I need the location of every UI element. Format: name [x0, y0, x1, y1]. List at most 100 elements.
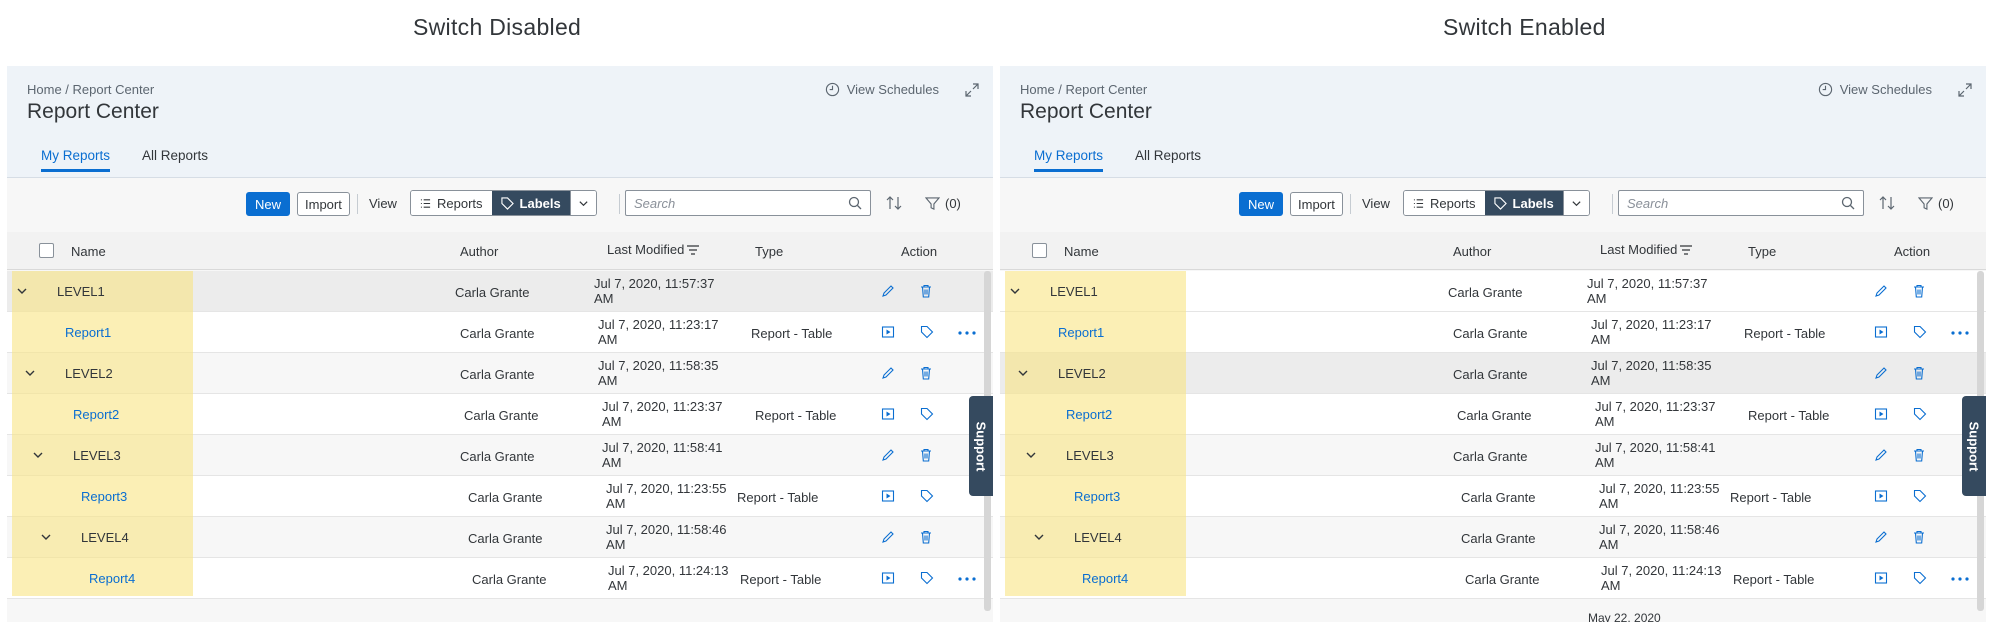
- tag-icon[interactable]: [919, 325, 934, 340]
- run-icon[interactable]: [1874, 325, 1888, 339]
- row-name-link[interactable]: Report2: [1066, 407, 1112, 422]
- view-dropdown-toggle[interactable]: [1562, 191, 1589, 215]
- row-name-link[interactable]: Report1: [65, 325, 111, 340]
- breadcrumb[interactable]: Home / Report Center: [27, 82, 154, 97]
- search-icon[interactable]: [1841, 196, 1855, 210]
- new-button[interactable]: New: [1239, 191, 1284, 217]
- reports-view-toggle[interactable]: Reports: [411, 191, 492, 215]
- tag-icon[interactable]: [1912, 571, 1927, 586]
- tag-icon[interactable]: [919, 407, 934, 422]
- row-name-link[interactable]: Report3: [1074, 489, 1120, 504]
- labels-view-toggle[interactable]: Labels: [1484, 191, 1563, 215]
- more-icon[interactable]: [958, 331, 976, 335]
- tab-all-reports[interactable]: All Reports: [1135, 148, 1201, 172]
- delete-icon[interactable]: [919, 366, 933, 380]
- chevron-down-icon[interactable]: [1025, 449, 1037, 461]
- row-modified: Jul 7, 2020, 11:58:41 AM: [602, 440, 723, 470]
- edit-icon[interactable]: [881, 448, 895, 462]
- reports-view-toggle[interactable]: Reports: [1404, 191, 1485, 215]
- search-icon[interactable]: [848, 196, 862, 210]
- column-author[interactable]: Author: [1453, 244, 1491, 259]
- column-type[interactable]: Type: [1748, 244, 1776, 259]
- filter-button[interactable]: (0): [1918, 190, 1954, 216]
- column-last-modified[interactable]: Last Modified: [1600, 242, 1693, 257]
- search-input[interactable]: Search: [625, 190, 871, 216]
- search-placeholder: Search: [634, 195, 676, 211]
- edit-icon[interactable]: [881, 284, 895, 298]
- row-name-link[interactable]: Report4: [89, 571, 135, 586]
- row-type: Report - Table: [1748, 408, 1830, 423]
- search-input[interactable]: Search: [1618, 190, 1864, 216]
- delete-icon[interactable]: [1912, 284, 1926, 298]
- tag-icon[interactable]: [919, 571, 934, 586]
- row-name-link[interactable]: Report2: [73, 407, 119, 422]
- tag-icon[interactable]: [1912, 489, 1927, 504]
- support-tab[interactable]: Support: [969, 396, 993, 496]
- new-button[interactable]: New: [246, 191, 291, 217]
- chevron-down-icon[interactable]: [1017, 367, 1029, 379]
- tag-icon[interactable]: [1912, 407, 1927, 422]
- edit-icon[interactable]: [1874, 530, 1888, 544]
- delete-icon[interactable]: [1912, 530, 1926, 544]
- column-last-modified[interactable]: Last Modified: [607, 242, 700, 257]
- run-icon[interactable]: [1874, 489, 1888, 503]
- column-name[interactable]: Name: [1064, 244, 1099, 259]
- delete-icon[interactable]: [1912, 448, 1926, 462]
- more-icon[interactable]: [958, 577, 976, 581]
- chevron-down-icon[interactable]: [32, 449, 44, 461]
- tab-my-reports[interactable]: My Reports: [1034, 148, 1104, 172]
- row-name-link[interactable]: Report1: [1058, 325, 1104, 340]
- filter-button[interactable]: (0): [925, 190, 961, 216]
- run-icon[interactable]: [881, 489, 895, 503]
- chevron-down-icon[interactable]: [1033, 531, 1045, 543]
- filter-count: (0): [945, 195, 961, 211]
- delete-icon[interactable]: [919, 448, 933, 462]
- run-icon[interactable]: [1874, 571, 1888, 585]
- edit-icon[interactable]: [1874, 284, 1888, 298]
- tab-my-reports[interactable]: My Reports: [41, 148, 111, 172]
- run-icon[interactable]: [881, 325, 895, 339]
- row-type: Report - Table: [1744, 326, 1826, 341]
- edit-icon[interactable]: [881, 530, 895, 544]
- chevron-down-icon[interactable]: [40, 531, 52, 543]
- tab-all-reports[interactable]: All Reports: [142, 148, 208, 172]
- more-icon[interactable]: [1951, 331, 1969, 335]
- select-all-checkbox[interactable]: [39, 243, 54, 258]
- tag-icon[interactable]: [1912, 325, 1927, 340]
- sort-button[interactable]: [885, 190, 903, 216]
- run-icon[interactable]: [881, 571, 895, 585]
- breadcrumb[interactable]: Home / Report Center: [1020, 82, 1147, 97]
- import-button[interactable]: Import: [297, 191, 350, 217]
- edit-icon[interactable]: [881, 366, 895, 380]
- row-name-link[interactable]: Report4: [1082, 571, 1128, 586]
- column-type[interactable]: Type: [755, 244, 783, 259]
- column-name[interactable]: Name: [71, 244, 106, 259]
- edit-icon[interactable]: [1874, 366, 1888, 380]
- expand-icon[interactable]: [964, 82, 980, 98]
- search-placeholder: Search: [1627, 195, 1669, 211]
- chevron-down-icon[interactable]: [1009, 285, 1021, 297]
- view-schedules-button[interactable]: View Schedules: [825, 82, 939, 97]
- support-tab[interactable]: Support: [1962, 396, 1986, 496]
- more-icon[interactable]: [1951, 577, 1969, 581]
- edit-icon[interactable]: [1874, 448, 1888, 462]
- delete-icon[interactable]: [1912, 366, 1926, 380]
- chevron-down-icon[interactable]: [16, 285, 28, 297]
- delete-icon[interactable]: [919, 284, 933, 298]
- labels-view-toggle[interactable]: Labels: [491, 191, 570, 215]
- run-icon[interactable]: [881, 407, 895, 421]
- column-author[interactable]: Author: [460, 244, 498, 259]
- view-dropdown-toggle[interactable]: [569, 191, 596, 215]
- chevron-down-icon[interactable]: [24, 367, 36, 379]
- expand-icon[interactable]: [1957, 82, 1973, 98]
- tag-icon[interactable]: [919, 489, 934, 504]
- import-button[interactable]: Import: [1290, 191, 1343, 217]
- select-all-checkbox[interactable]: [1032, 243, 1047, 258]
- sort-button[interactable]: [1878, 190, 1896, 216]
- row-name-link[interactable]: Report3: [81, 489, 127, 504]
- run-icon[interactable]: [1874, 407, 1888, 421]
- row-modified: Jul 7, 2020, 11:58:35 AM: [598, 358, 719, 388]
- label-highlight: [1005, 271, 1186, 596]
- delete-icon[interactable]: [919, 530, 933, 544]
- view-schedules-button[interactable]: View Schedules: [1818, 82, 1932, 97]
